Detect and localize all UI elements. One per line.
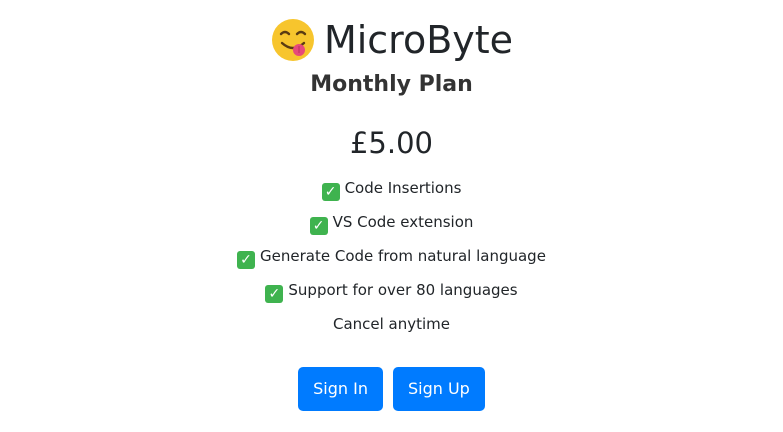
cancel-note-text: Cancel anytime [332, 315, 451, 333]
check-mark-icon: ✓ [265, 285, 284, 303]
feature-text: VS Code extension [332, 213, 474, 231]
savoring-food-face-icon [270, 17, 316, 63]
pricing-page: MicroByte Monthly Plan £5.00 ✓ Code Inser… [0, 0, 783, 432]
feature-text: Support for over 80 languages [288, 281, 518, 299]
sign-up-button[interactable]: Sign Up [392, 367, 485, 411]
app-title: MicroByte [323, 18, 514, 62]
cancel-note: Cancel anytime [0, 311, 783, 345]
feature-item: ✓ Support for over 80 languages [0, 277, 783, 311]
feature-text: Code Insertions [344, 179, 462, 197]
auth-buttons: Sign In Sign Up [0, 367, 783, 411]
feature-list: ✓ Code Insertions ✓ VS Code extension ✓ Gen… [0, 175, 783, 345]
feature-item: ✓ Generate Code from natural language [0, 243, 783, 277]
check-mark-icon: ✓ [237, 251, 256, 269]
check-mark-icon: ✓ [309, 217, 328, 235]
feature-item: ✓ Code Insertions [0, 175, 783, 209]
feature-text: Generate Code from natural language [260, 247, 546, 265]
plan-price: £5.00 [349, 126, 434, 160]
check-mark-icon: ✓ [321, 183, 340, 201]
feature-item: ✓ VS Code extension [0, 209, 783, 243]
title-row: MicroByte [0, 14, 783, 66]
title-group: MicroByte [270, 14, 513, 66]
sign-in-button[interactable]: Sign In [298, 367, 383, 411]
plan-name: Monthly Plan [310, 72, 473, 97]
